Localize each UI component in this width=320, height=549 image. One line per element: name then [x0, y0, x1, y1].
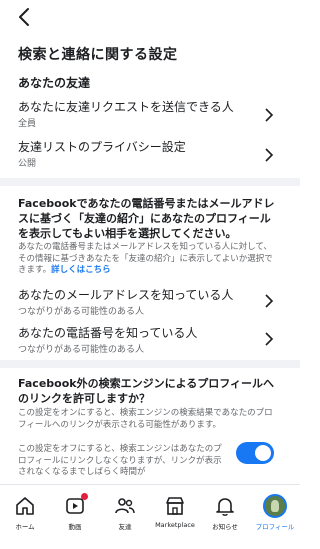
toggle-knob: [255, 445, 271, 461]
friend-request-label: あなたに友達リクエストを送信できる人: [18, 100, 234, 114]
section-divider: [0, 360, 300, 368]
chevron-right-icon: [265, 108, 274, 122]
email-lookup-setting-row[interactable]: あなたのメールアドレスを知っている人 つながりがある可能性のある人: [0, 286, 300, 317]
tab-marketplace[interactable]: Marketplace: [150, 485, 200, 549]
page-title: 検索と連絡に関する設定: [18, 47, 178, 63]
email-lookup-value: つながりがある可能性のある人: [18, 307, 145, 317]
tab-marketplace-label: Marketplace: [155, 521, 195, 529]
back-arrow-icon[interactable]: [14, 6, 36, 28]
phone-lookup-label: あなたの電話番号を知っている人: [18, 326, 198, 340]
email-lookup-label: あなたのメールアドレスを知っている人: [18, 288, 234, 302]
friend-suggestions-heading: Facebookであなたの電話番号またはメールアドレスに基づく「友達の紹介」にあ…: [18, 197, 275, 240]
friend-request-setting-row[interactable]: あなたに友達リクエストを送信できる人 全員: [0, 98, 300, 132]
friends-list-privacy-value: 公開: [18, 159, 37, 169]
tab-home-label: ホーム: [15, 523, 35, 531]
profile-avatar: [263, 494, 287, 518]
section-divider: [0, 178, 300, 186]
bottom-tab-bar: ホーム 動画 友達 Marketplace お知らせ プロフィール: [0, 484, 300, 549]
search-engine-heading: Facebook外の検索エンジンによるプロフィールへのリンクを許可しますか？: [18, 377, 275, 405]
tab-notifications-label: お知らせ: [212, 523, 238, 531]
friends-list-privacy-label: 友達リストのプライバシー設定: [18, 140, 186, 154]
tab-notifications[interactable]: お知らせ: [200, 485, 250, 549]
tab-video[interactable]: 動画: [50, 485, 100, 549]
top-bar: [0, 0, 300, 34]
phone-lookup-setting-row[interactable]: あなたの電話番号を知っている人 つながりがある可能性のある人: [0, 324, 300, 355]
friends-list-privacy-row[interactable]: 友達リストのプライバシー設定 公開: [0, 138, 300, 172]
chevron-right-icon: [265, 148, 274, 162]
bell-icon: [216, 498, 234, 516]
marketplace-icon: [166, 497, 184, 515]
home-icon: [16, 497, 34, 515]
search-engine-toggle[interactable]: [236, 442, 274, 464]
chevron-right-icon: [265, 332, 274, 346]
learn-more-link[interactable]: 詳しくはこちら: [51, 265, 111, 275]
friend-request-value: 全員: [18, 119, 37, 129]
friends-section-title: あなたの友達: [18, 76, 91, 90]
tab-friends[interactable]: 友達: [100, 485, 150, 549]
tab-profile-label: プロフィール: [255, 523, 295, 531]
search-engine-on-description: この設定をオンにすると、検索エンジンの検索結果であなたのプロフィールへのリンクが…: [18, 408, 273, 430]
search-engine-off-description: この設定をオフにすると、検索エンジンはあなたのプロフィールにリンクしなくなります…: [18, 444, 222, 477]
tab-video-label: 動画: [68, 523, 82, 531]
tab-home[interactable]: ホーム: [0, 485, 50, 549]
notification-badge: [81, 493, 88, 500]
friend-suggestions-description: あなたの電話番号またはメールアドレスを知っている人に対して、その情報に基づきあな…: [18, 242, 280, 277]
phone-lookup-value: つながりがある可能性のある人: [18, 345, 145, 355]
friends-icon: [115, 498, 135, 514]
tab-profile[interactable]: プロフィール: [250, 485, 300, 549]
chevron-right-icon: [265, 294, 274, 308]
tab-friends-label: 友達: [118, 523, 132, 531]
settings-content: 検索と連絡に関する設定 あなたの友達 あなたに友達リクエストを送信できる人 全員…: [0, 34, 300, 484]
